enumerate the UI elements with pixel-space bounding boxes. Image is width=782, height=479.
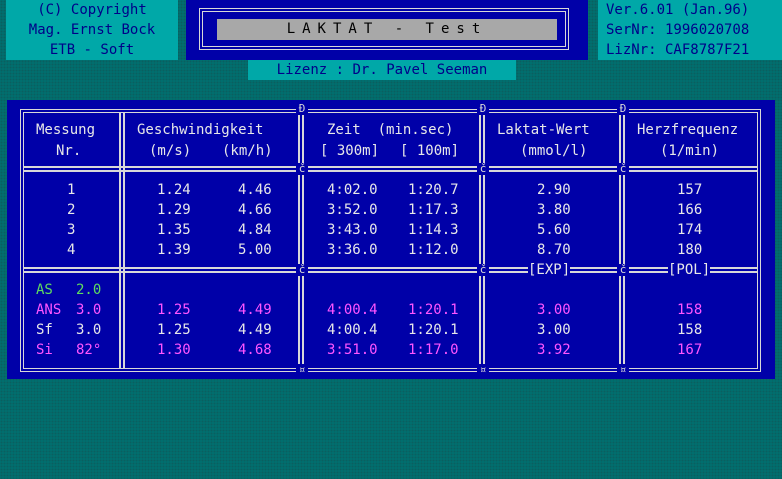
header-zeit: Zeit (min.sec) <box>327 122 454 138</box>
junction-mark: ¤ <box>617 364 629 376</box>
cell-t300: 3:43.0 <box>327 222 378 238</box>
junction-mark: č <box>296 264 308 276</box>
herz-fit-label: [POL] <box>668 260 711 280</box>
cell-laktat: 3.80 <box>537 202 571 218</box>
cell-t300: 3:51.0 <box>327 342 378 358</box>
col-divider-4 <box>619 113 625 368</box>
threshold-divider <box>24 267 757 273</box>
cell-t300: 3:36.0 <box>327 242 378 258</box>
cell-kmh: 4.49 <box>238 302 272 318</box>
header-100m: [ 100m] <box>400 143 460 159</box>
threshold-label: ANS <box>36 302 62 318</box>
copyright-line-3: ETB - Soft <box>49 42 135 58</box>
threshold-value: 3.0 <box>76 302 102 318</box>
cell-nr: 4 <box>67 242 76 258</box>
header-laktat-unit: (mmol/l) <box>520 143 588 159</box>
junction-mark: č <box>617 163 629 175</box>
cell-kmh: 4.66 <box>238 202 272 218</box>
version-box: Ver.6.01 (Jan.96) SerNr: 1996020708 LizN… <box>598 0 782 60</box>
cell-ms: 1.25 <box>157 302 191 318</box>
cell-ms: 1.25 <box>157 322 191 338</box>
threshold-label: Si <box>36 342 53 358</box>
header-laktat: Laktat-Wert <box>497 122 590 138</box>
cell-ms: 1.35 <box>157 222 191 238</box>
cell-kmh: 4.49 <box>238 322 272 338</box>
cell-ms: 1.30 <box>157 342 191 358</box>
cell-laktat: 2.90 <box>537 182 571 198</box>
cell-hf: 158 <box>677 322 703 338</box>
cell-laktat: 5.60 <box>537 222 571 238</box>
header-nr: Nr. <box>56 143 82 159</box>
cell-t100: 1:17.0 <box>408 342 459 358</box>
threshold-value: 3.0 <box>76 322 102 338</box>
cell-t100: 1:20.1 <box>408 302 459 318</box>
junction-mark: Đ <box>617 103 629 115</box>
col-divider-2 <box>298 113 304 368</box>
col-divider-3 <box>479 113 485 368</box>
header-divider <box>24 166 757 172</box>
cell-kmh: 4.46 <box>238 182 272 198</box>
junction-mark: Đ <box>296 103 308 115</box>
copyright-line-2: Mag. Ernst Bock <box>28 22 156 38</box>
cell-hf: 166 <box>677 202 703 218</box>
junction-mark: ¤ <box>477 364 489 376</box>
junction-mark: č <box>477 264 489 276</box>
threshold-label: Sf <box>36 322 53 338</box>
cell-laktat: 3.00 <box>537 302 571 318</box>
cell-kmh: 4.84 <box>238 222 272 238</box>
cell-t100: 1:14.3 <box>408 222 459 238</box>
threshold-label: AS <box>36 282 53 298</box>
junction-mark: č <box>296 163 308 175</box>
license-number: LizNr: CAF8787F21 <box>606 42 750 58</box>
cell-t100: 1:12.0 <box>408 242 459 258</box>
cell-t300: 3:52.0 <box>327 202 378 218</box>
results-table-frame <box>20 109 761 372</box>
cell-t100: 1:20.1 <box>408 322 459 338</box>
header-herz-unit: (1/min) <box>660 143 720 159</box>
cell-hf: 158 <box>677 302 703 318</box>
header-unit-kmh: (km/h) <box>222 143 273 159</box>
cell-t100: 1:20.7 <box>408 182 459 198</box>
cell-t300: 4:02.0 <box>327 182 378 198</box>
cell-ms: 1.39 <box>157 242 191 258</box>
cell-laktat: 3.00 <box>537 322 571 338</box>
copyright-line-1: (C) Copyright <box>37 2 147 18</box>
cell-hf: 174 <box>677 222 703 238</box>
license-holder: Lizenz : Dr. Pavel Seeman <box>248 60 516 80</box>
cell-t300: 4:00.4 <box>327 302 378 318</box>
cell-ms: 1.29 <box>157 202 191 218</box>
header-unit-ms: (m/s) <box>149 143 192 159</box>
laktat-fit-label: [EXP] <box>528 260 571 280</box>
serial-number: SerNr: 1996020708 <box>606 22 750 38</box>
header-messung: Messung <box>36 122 96 138</box>
cell-t300: 4:00.4 <box>327 322 378 338</box>
junction-mark: č <box>477 163 489 175</box>
cell-t100: 1:17.3 <box>408 202 459 218</box>
cell-kmh: 5.00 <box>238 242 272 258</box>
header-herzfrequenz: Herzfrequenz <box>637 122 739 138</box>
header-geschwindigkeit: Geschwindigkeit <box>137 122 264 138</box>
cell-hf: 157 <box>677 182 703 198</box>
version-line: Ver.6.01 (Jan.96) <box>606 2 750 18</box>
cell-nr: 3 <box>67 222 76 238</box>
col-divider-1 <box>119 113 125 368</box>
cell-laktat: 3.92 <box>537 342 571 358</box>
cell-hf: 180 <box>677 242 703 258</box>
cell-kmh: 4.68 <box>238 342 272 358</box>
cell-nr: 1 <box>67 182 76 198</box>
app-title: LAKTAT - Test <box>217 19 557 40</box>
junction-mark: č <box>617 264 629 276</box>
cell-nr: 2 <box>67 202 76 218</box>
cell-laktat: 8.70 <box>537 242 571 258</box>
header-300m: [ 300m] <box>320 143 380 159</box>
threshold-value: 2.0 <box>76 282 102 298</box>
copyright-box: (C) Copyright Mag. Ernst Bock ETB - Soft <box>6 0 178 60</box>
cell-ms: 1.24 <box>157 182 191 198</box>
junction-mark: Đ <box>477 103 489 115</box>
junction-mark: ¤ <box>296 364 308 376</box>
cell-hf: 167 <box>677 342 703 358</box>
threshold-value: 82° <box>76 342 102 358</box>
